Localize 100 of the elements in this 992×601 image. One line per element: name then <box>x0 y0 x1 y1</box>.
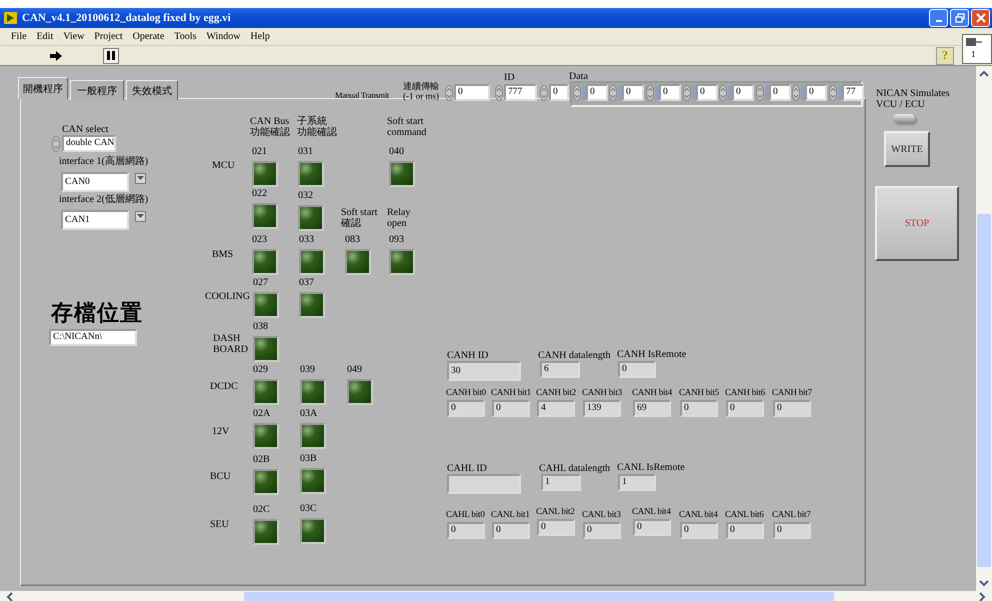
field-label: CANL bit2 <box>536 506 575 517</box>
led-code: 029 <box>253 364 268 375</box>
scroll-thumb[interactable] <box>244 592 834 601</box>
increment-decrement-button[interactable] <box>445 85 453 101</box>
pause-button[interactable] <box>103 48 119 64</box>
scroll-down-icon[interactable] <box>979 579 989 587</box>
field-label: CANH ID <box>447 350 488 361</box>
column-header: CAN Bus 功能確認 <box>250 116 290 138</box>
dropdown-field[interactable]: CAN1 <box>61 210 129 230</box>
indicator-field: 0 <box>447 522 485 539</box>
numeric-field[interactable]: 0 <box>696 84 718 101</box>
indicator-field: 0 <box>726 522 764 539</box>
menu-item[interactable]: Edit <box>36 31 54 42</box>
led-code: 032 <box>298 190 313 201</box>
scroll-up-icon[interactable] <box>979 70 989 78</box>
field-label: CANH bit5 <box>679 387 719 398</box>
menu-item[interactable]: Tools <box>174 31 196 42</box>
write-button[interactable]: WRITE <box>884 131 930 167</box>
scroll-right-icon[interactable] <box>978 592 986 601</box>
ring-field[interactable]: double CAN <box>62 135 116 152</box>
led-code: 027 <box>253 277 268 288</box>
close-button[interactable] <box>971 9 990 27</box>
row-label: MCU <box>212 160 235 171</box>
numeric-field[interactable]: 0 <box>732 84 754 101</box>
scroll-thumb[interactable] <box>977 214 991 567</box>
vi-icon <box>966 38 982 46</box>
led-code: 033 <box>299 234 314 245</box>
field-label: CANL bit4 <box>679 509 718 520</box>
led-code: 038 <box>253 321 268 332</box>
indicator-field: 0 <box>537 519 575 536</box>
led-code: 02C <box>253 504 270 515</box>
led-code: 02A <box>253 408 270 419</box>
led-code: 03B <box>300 453 317 464</box>
numeric-field[interactable]: 0 <box>622 84 644 101</box>
menu-item[interactable]: Window <box>206 31 240 42</box>
restore-button[interactable] <box>950 9 969 27</box>
close-icon <box>976 13 986 23</box>
increment-decrement-button[interactable] <box>683 85 691 101</box>
vertical-scrollbar[interactable] <box>976 66 992 591</box>
increment-decrement-button[interactable] <box>52 136 60 152</box>
tab[interactable]: 失效模式 <box>126 80 178 100</box>
switch-label: NICAN Simulates VCU / ECU <box>876 88 950 110</box>
tab[interactable]: 一般程序 <box>70 80 124 100</box>
menu-item[interactable]: Operate <box>132 31 164 42</box>
path-field[interactable]: C:\NICANn\ <box>49 329 137 346</box>
field-label: CANH bit2 <box>536 387 576 398</box>
menu-item[interactable]: Project <box>94 31 123 42</box>
scroll-left-icon[interactable] <box>6 592 14 601</box>
led-code: 040 <box>389 146 404 157</box>
menu-item[interactable]: File <box>11 31 27 42</box>
indicator-field: 0 <box>633 519 671 536</box>
led-code: 039 <box>300 364 315 375</box>
led-code: 022 <box>252 188 267 199</box>
increment-decrement-button[interactable] <box>829 85 837 101</box>
row-label: COOLING <box>205 291 250 302</box>
radix-marker <box>692 86 696 100</box>
field-label: CANH datalength <box>538 350 610 361</box>
increment-decrement-button[interactable] <box>756 85 764 101</box>
indicator-field: 1 <box>541 474 581 491</box>
increment-decrement-button[interactable] <box>540 85 548 101</box>
numeric-field[interactable]: 0 <box>769 84 791 101</box>
increment-decrement-button[interactable] <box>495 85 503 101</box>
dropdown-button[interactable] <box>135 211 146 222</box>
toggle-switch[interactable] <box>893 114 915 123</box>
increment-decrement-button[interactable] <box>792 85 800 101</box>
column-header: Relay open <box>387 207 410 229</box>
numeric-field[interactable]: 0 <box>805 84 827 101</box>
tab[interactable]: 開機程序 <box>18 77 68 99</box>
column-header: Soft start command <box>387 116 426 138</box>
numeric-field[interactable]: 0 <box>659 84 681 101</box>
caret-icon <box>137 214 144 219</box>
indicator-field: 0 <box>583 522 621 539</box>
field-label: CANH bit4 <box>632 387 672 398</box>
field-label: CAN select <box>62 124 108 135</box>
radix-marker <box>765 86 769 100</box>
increment-decrement-button[interactable] <box>573 85 581 101</box>
increment-decrement-button[interactable] <box>609 85 617 101</box>
indicator-field: 0 <box>680 522 718 539</box>
dropdown-button[interactable] <box>135 173 146 184</box>
numeric-field[interactable]: 77 <box>842 84 864 101</box>
field-label: CAHL datalength <box>539 463 610 474</box>
field-label: interface 2(低層網路) <box>59 194 148 205</box>
led-code: 021 <box>252 146 267 157</box>
numeric-field[interactable]: 777 <box>504 84 537 101</box>
row-label: SEU <box>210 519 229 530</box>
led-code: 083 <box>345 234 360 245</box>
increment-decrement-button[interactable] <box>646 85 654 101</box>
indicator-field: 0 <box>726 400 764 417</box>
horizontal-scrollbar[interactable] <box>0 591 992 601</box>
terminal-number: 1 <box>971 50 976 58</box>
numeric-field[interactable]: 0 <box>454 84 490 101</box>
numeric-field[interactable]: 0 <box>586 84 608 101</box>
dropdown-field[interactable]: CAN0 <box>61 172 129 192</box>
menu-item[interactable]: View <box>63 31 84 42</box>
indicator-field: 0 <box>773 522 811 539</box>
minimize-button[interactable] <box>929 9 948 27</box>
increment-decrement-button[interactable] <box>719 85 727 101</box>
menu-item[interactable]: Help <box>250 31 270 42</box>
run-arrow-icon[interactable] <box>49 50 63 62</box>
numeric-field[interactable]: 0 <box>549 84 569 101</box>
